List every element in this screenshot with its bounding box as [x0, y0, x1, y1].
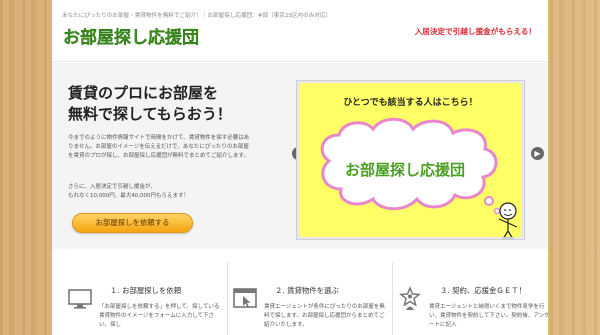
step-divider: [392, 262, 393, 335]
request-search-button[interactable]: お部屋探しを依頼する: [72, 213, 193, 233]
hero-bonus-text: さらに、入居決定で引越し援金が、 もれなく10,000円、最大40,000円もら…: [68, 183, 254, 201]
stick-person-icon: [498, 202, 518, 240]
chevron-right-icon[interactable]: ▶: [531, 147, 544, 160]
site-logo[interactable]: お部屋探し応援団: [63, 24, 199, 48]
cloud-bubble: [493, 207, 501, 215]
hero-title-line2: 無料で探してもらおう！: [68, 105, 232, 123]
step-2: ２. 賃貸物件を選ぶ 賃貸エージェントが条件にぴったりのお部屋を無料で探します。…: [227, 250, 387, 335]
hero-bonus-line2: もれなく10,000円、最大40,000円もらえます！: [68, 193, 189, 199]
browser-cursor-icon: [233, 288, 257, 308]
header-promo-banner[interactable]: 入居決定で引越し援金がもらえる！: [415, 26, 536, 37]
step-1-desc: 「お部屋探しを依頼する」を押して、探している賃貸物件のイメージをフォームに入力し…: [99, 304, 220, 328]
step-2-desc: 賃貸エージェントが条件にぴったりのお部屋を無料で探します。お部屋探し応援団からま…: [264, 304, 385, 328]
step-1-title: １. お部屋探しを依頼: [110, 286, 182, 295]
steps-section: １. お部屋探しを依頼 「お部屋探しを依頼する」を押して、探している賃貸物件のイ…: [52, 250, 550, 335]
step-3: ３. 契約、応援金ＧＥＴ！ 賃貸エージェントと納得いくまで物件見学を行い、賃貸物…: [392, 250, 552, 335]
logo-text: お部屋探し応援団: [63, 27, 199, 48]
header-tagline: あなたにぴったりのお部屋・賃貸物件を無料でご紹介！｜お部屋探し応援団：#部（東京…: [62, 13, 332, 19]
step-2-title: ２. 賃貸物件を選ぶ: [275, 286, 339, 295]
header: あなたにぴったりのお部屋・賃貸物件を無料でご紹介！｜お部屋探し応援団：#部（東京…: [52, 0, 548, 62]
hero-section: 賃貸のプロにお部屋を 無料で探してもらおう！ 今までのように物件情報サイトで時間…: [52, 63, 548, 249]
person-shadow: [502, 237, 514, 240]
hero-bonus-line1: さらに、入居決定で引越し援金が、: [68, 184, 156, 190]
slide-headline: ひとつでも該当する人はこちら！: [343, 98, 478, 108]
step-3-title: ３. 契約、応援金ＧＥＴ！: [440, 286, 526, 295]
cloud-bubble: [484, 196, 494, 206]
hero-title: 賃貸のプロにお部屋を 無料で探してもらおう！: [68, 83, 268, 125]
cloud-logo-text: お部屋探し応援団: [345, 161, 466, 179]
hero-title-line1: 賃貸のプロにお部屋を: [68, 84, 219, 102]
step-3-desc: 賃貸エージェントと納得いくまで物件見学を行い、賃貸物件を契約して下さい。契約後、…: [429, 304, 550, 328]
page: あなたにぴったりのお部屋・賃貸物件を無料でご紹介！｜お部屋探し応援団：#部（東京…: [52, 0, 550, 335]
step-1: １. お部屋探しを依頼 「お部屋探しを依頼する」を押して、探している賃貸物件のイ…: [62, 250, 222, 335]
step-divider: [227, 262, 228, 335]
hero-description: 今までのように物件情報サイトで時間をかけて、賃貸物件を探す必要はありません。お部…: [68, 135, 250, 159]
star-person-icon: [399, 286, 421, 310]
hero-slider[interactable]: ひとつでも該当する人はこちら！ お部屋探し応援団: [297, 81, 524, 240]
monitor-icon: [68, 289, 92, 309]
